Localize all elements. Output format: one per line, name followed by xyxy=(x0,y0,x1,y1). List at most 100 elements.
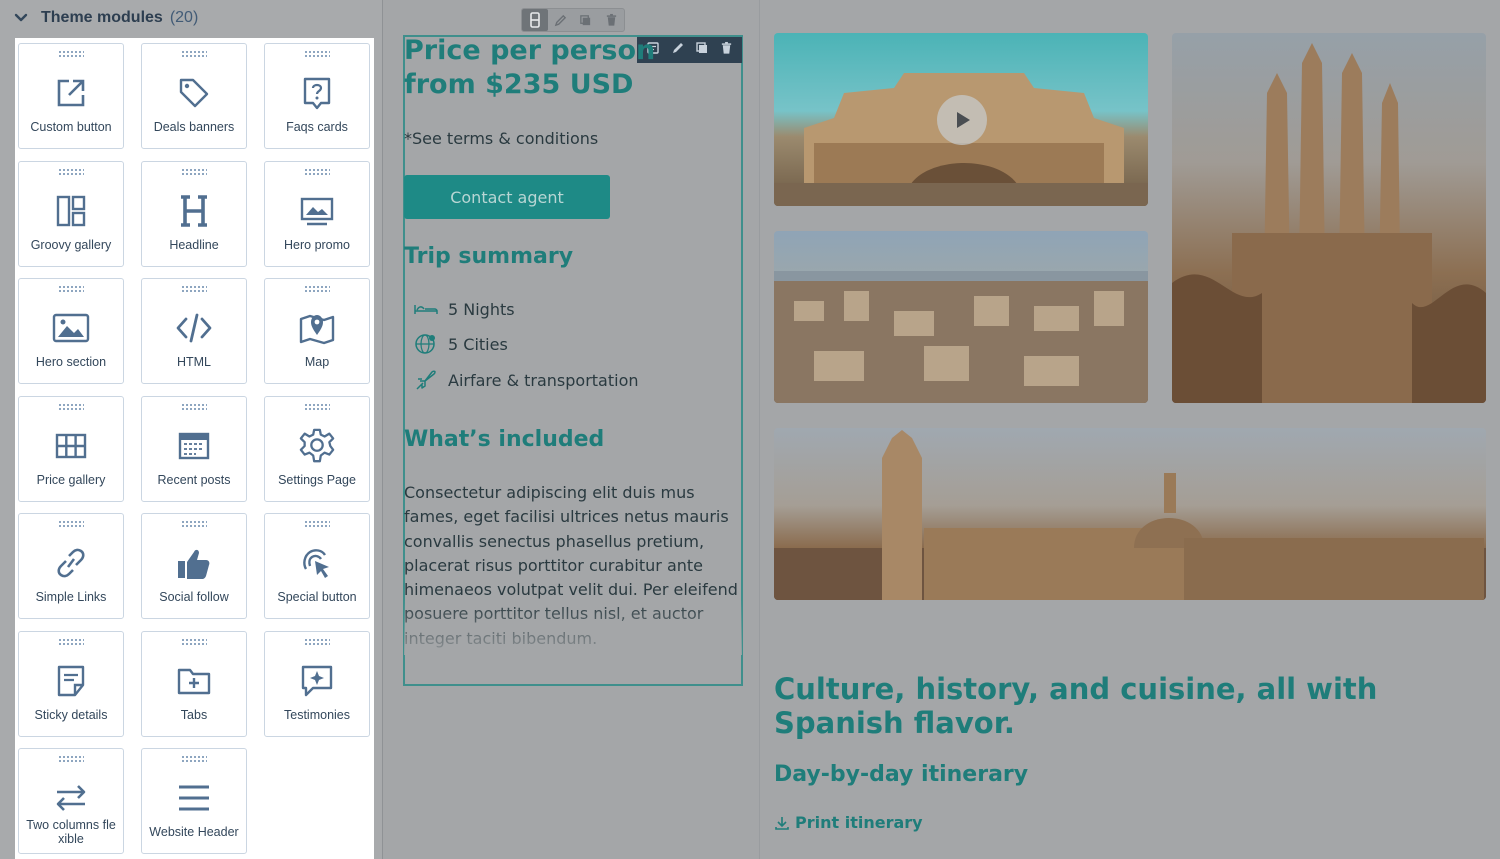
drag-handle-icon[interactable] xyxy=(304,403,330,411)
drag-handle-icon[interactable] xyxy=(58,168,84,176)
chevron-down-icon[interactable] xyxy=(14,11,28,25)
edit-icon[interactable] xyxy=(671,41,685,60)
module-tile-social-follow[interactable]: Social follow xyxy=(141,513,247,619)
module-tile-headline[interactable]: Headline xyxy=(141,161,247,267)
drag-handle-icon[interactable] xyxy=(58,285,84,293)
module-label: Hero promo xyxy=(284,238,350,252)
module-label: Website Header xyxy=(149,825,239,839)
drag-handle-icon[interactable] xyxy=(304,285,330,293)
drag-handle-icon[interactable] xyxy=(181,403,207,411)
module-tile-html[interactable]: HTML xyxy=(141,278,247,384)
delete-icon[interactable] xyxy=(599,9,625,31)
madrid-gate-video[interactable] xyxy=(774,33,1148,206)
module-label: Map xyxy=(304,355,330,369)
drag-handle-icon[interactable] xyxy=(181,755,207,763)
calendar-icon xyxy=(175,427,213,465)
drag-handle-icon[interactable] xyxy=(58,638,84,646)
module-label: Social follow xyxy=(159,590,229,604)
swap-arrows-icon xyxy=(52,779,90,817)
external-link-icon xyxy=(52,74,90,112)
module-label: Special button xyxy=(277,590,357,604)
module-tile-faqs-cards[interactable]: Faqs cards xyxy=(264,43,370,149)
drag-handle-icon[interactable] xyxy=(181,638,207,646)
duplicate-icon[interactable] xyxy=(573,9,599,31)
price-heading-line2: from $235 USD xyxy=(404,69,634,100)
theme-modules-sidebar: Theme modules (20) Custom button Deals ba… xyxy=(0,0,383,859)
module-tile-custom-button[interactable]: Custom button xyxy=(18,43,124,149)
city-panorama-image xyxy=(774,231,1148,403)
summary-item-airfare: Airfare & transportation xyxy=(412,368,639,392)
image-icon xyxy=(52,309,90,347)
drag-handle-icon[interactable] xyxy=(58,755,84,763)
bed-icon xyxy=(412,297,440,321)
module-label: Price gallery xyxy=(36,473,106,487)
play-button[interactable] xyxy=(937,95,987,145)
heading-icon xyxy=(175,192,213,230)
trip-summary-heading: Trip summary xyxy=(404,244,574,269)
module-tile-recent-posts[interactable]: Recent posts xyxy=(141,396,247,502)
seville-skyline-image xyxy=(774,428,1486,600)
drag-handle-icon[interactable] xyxy=(304,520,330,528)
code-icon xyxy=(175,309,213,347)
column-layout-icon[interactable] xyxy=(522,9,548,31)
download-icon xyxy=(774,815,790,831)
duplicate-icon[interactable] xyxy=(695,41,709,60)
summary-label: 5 Nights xyxy=(448,299,515,319)
drag-handle-icon[interactable] xyxy=(304,638,330,646)
speech-sparkle-icon xyxy=(298,662,336,700)
module-tile-special-button[interactable]: Special button xyxy=(264,513,370,619)
summary-item-nights: 5 Nights xyxy=(412,297,515,321)
theme-modules-header[interactable]: Theme modules (20) xyxy=(0,0,383,36)
drag-handle-icon[interactable] xyxy=(304,168,330,176)
globe-icon xyxy=(412,332,440,356)
module-tile-deals-banners[interactable]: Deals banners xyxy=(141,43,247,149)
module-tile-hero-section[interactable]: Hero section xyxy=(18,278,124,384)
hero-promo-icon xyxy=(298,192,336,230)
module-label: Groovy gallery xyxy=(30,238,112,252)
module-tile-map[interactable]: Map xyxy=(264,278,370,384)
drag-handle-icon[interactable] xyxy=(58,50,84,58)
module-label: Two columns fle xible xyxy=(26,818,116,846)
drag-handle-icon[interactable] xyxy=(181,50,207,58)
drag-handle-icon[interactable] xyxy=(58,403,84,411)
module-tile-hero-promo[interactable]: Hero promo xyxy=(264,161,370,267)
whats-included-heading: What’s included xyxy=(404,427,605,452)
sagrada-familia-image xyxy=(1172,33,1486,403)
module-tile-price-gallery[interactable]: Price gallery xyxy=(18,396,124,502)
module-tile-two-columns-fle-xible[interactable]: Two columns fle xible xyxy=(18,748,124,854)
price-heading: Price per person from $235 USD xyxy=(404,34,654,102)
summary-label: Airfare & transportation xyxy=(448,370,639,390)
print-itinerary-link[interactable]: Print itinerary xyxy=(774,813,923,832)
module-tile-testimonies[interactable]: Testimonies xyxy=(264,631,370,737)
edit-icon[interactable] xyxy=(548,9,574,31)
module-label: Settings Page xyxy=(278,473,356,487)
price-heading-line1: Price per person xyxy=(404,35,654,66)
gallery-layout-icon xyxy=(52,192,90,230)
drag-handle-icon[interactable] xyxy=(304,50,330,58)
drag-handle-icon[interactable] xyxy=(181,520,207,528)
drag-handle-icon[interactable] xyxy=(181,285,207,293)
module-tile-tabs[interactable]: Tabs xyxy=(141,631,247,737)
module-label: Headline xyxy=(169,238,219,252)
menu-icon xyxy=(175,779,213,817)
contact-agent-button[interactable]: Contact agent xyxy=(404,175,610,219)
module-label: Sticky details xyxy=(34,708,108,722)
summary-label: 5 Cities xyxy=(448,334,508,354)
module-tile-sticky-details[interactable]: Sticky details xyxy=(18,631,124,737)
drag-handle-icon[interactable] xyxy=(181,168,207,176)
grid-icon xyxy=(52,427,90,465)
question-card-icon xyxy=(298,74,336,112)
module-tile-groovy-gallery[interactable]: Groovy gallery xyxy=(18,161,124,267)
folder-plus-icon xyxy=(175,662,213,700)
module-tile-settings-page[interactable]: Settings Page xyxy=(264,396,370,502)
gear-icon xyxy=(298,427,336,465)
module-label: Simple Links xyxy=(35,590,107,604)
link-icon xyxy=(52,544,90,582)
terms-text: *See terms & conditions xyxy=(404,129,599,148)
cursor-click-icon xyxy=(298,544,336,582)
module-tile-website-header[interactable]: Website Header xyxy=(141,748,247,854)
delete-icon[interactable] xyxy=(720,41,733,60)
print-itinerary-label: Print itinerary xyxy=(795,813,923,832)
drag-handle-icon[interactable] xyxy=(58,520,84,528)
module-tile-simple-links[interactable]: Simple Links xyxy=(18,513,124,619)
